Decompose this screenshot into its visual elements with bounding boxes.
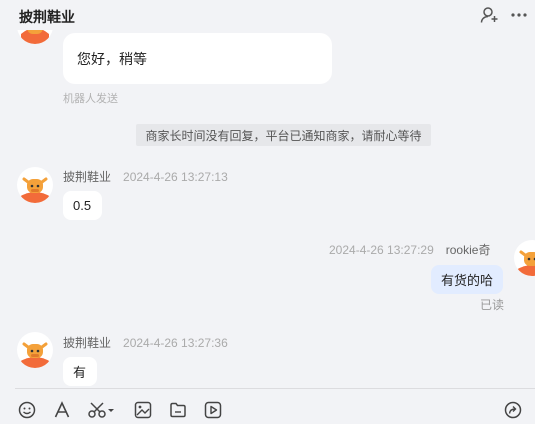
emoji-icon[interactable] bbox=[17, 400, 37, 420]
avatar[interactable] bbox=[17, 332, 53, 368]
folder-icon[interactable] bbox=[168, 400, 188, 420]
message-meta: 披荆鞋业 2024-4-26 13:27:13 bbox=[63, 168, 228, 185]
message-text: 有货的哈 bbox=[441, 273, 494, 288]
message-time: 2024-4-26 13:27:36 bbox=[123, 336, 228, 350]
avatar[interactable] bbox=[17, 30, 53, 44]
video-icon[interactable] bbox=[203, 400, 223, 420]
more-icon[interactable] bbox=[510, 6, 528, 24]
message-bubble: 0.5 bbox=[63, 191, 102, 220]
avatar[interactable] bbox=[17, 167, 53, 203]
system-notice: 商家长时间没有回复，平台已通知商家，请耐心等待 bbox=[136, 124, 431, 146]
message-meta: 披荆鞋业 2024-4-26 13:27:36 bbox=[63, 334, 228, 351]
chat-header: 披荆鞋业 bbox=[0, 0, 535, 30]
message-time: 2024-4-26 13:27:13 bbox=[123, 170, 228, 184]
share-icon[interactable] bbox=[503, 400, 523, 420]
message-bubble: 有货的哈 bbox=[431, 265, 503, 294]
message-bubble: 您好，稍等 bbox=[63, 33, 332, 84]
chat-title: 披荆鞋业 bbox=[19, 9, 75, 25]
avatar[interactable] bbox=[514, 240, 535, 276]
scissors-icon[interactable] bbox=[87, 400, 117, 420]
read-status: 已读 bbox=[480, 298, 505, 312]
message-text: 您好，稍等 bbox=[77, 50, 147, 67]
sender-name: 披荆鞋业 bbox=[63, 170, 112, 184]
sender-name: rookie奇 bbox=[445, 243, 491, 257]
robot-sent-note: 机器人发送 bbox=[63, 93, 118, 105]
message-list[interactable]: 您好，稍等 机器人发送 商家长时间没有回复，平台已通知商家，请耐心等待 披荆鞋业… bbox=[0, 30, 535, 388]
input-toolbar bbox=[0, 389, 535, 424]
message-meta: 2024-4-26 13:27:29 rookie奇 bbox=[329, 241, 490, 258]
image-icon[interactable] bbox=[133, 400, 153, 420]
font-icon[interactable] bbox=[52, 400, 72, 420]
message-time: 2024-4-26 13:27:29 bbox=[329, 243, 434, 257]
add-user-icon[interactable] bbox=[480, 6, 498, 24]
message-bubble: 有 bbox=[63, 357, 97, 386]
message-text: 有 bbox=[73, 365, 87, 380]
sender-name: 披荆鞋业 bbox=[63, 336, 112, 350]
message-text: 0.5 bbox=[73, 198, 92, 213]
